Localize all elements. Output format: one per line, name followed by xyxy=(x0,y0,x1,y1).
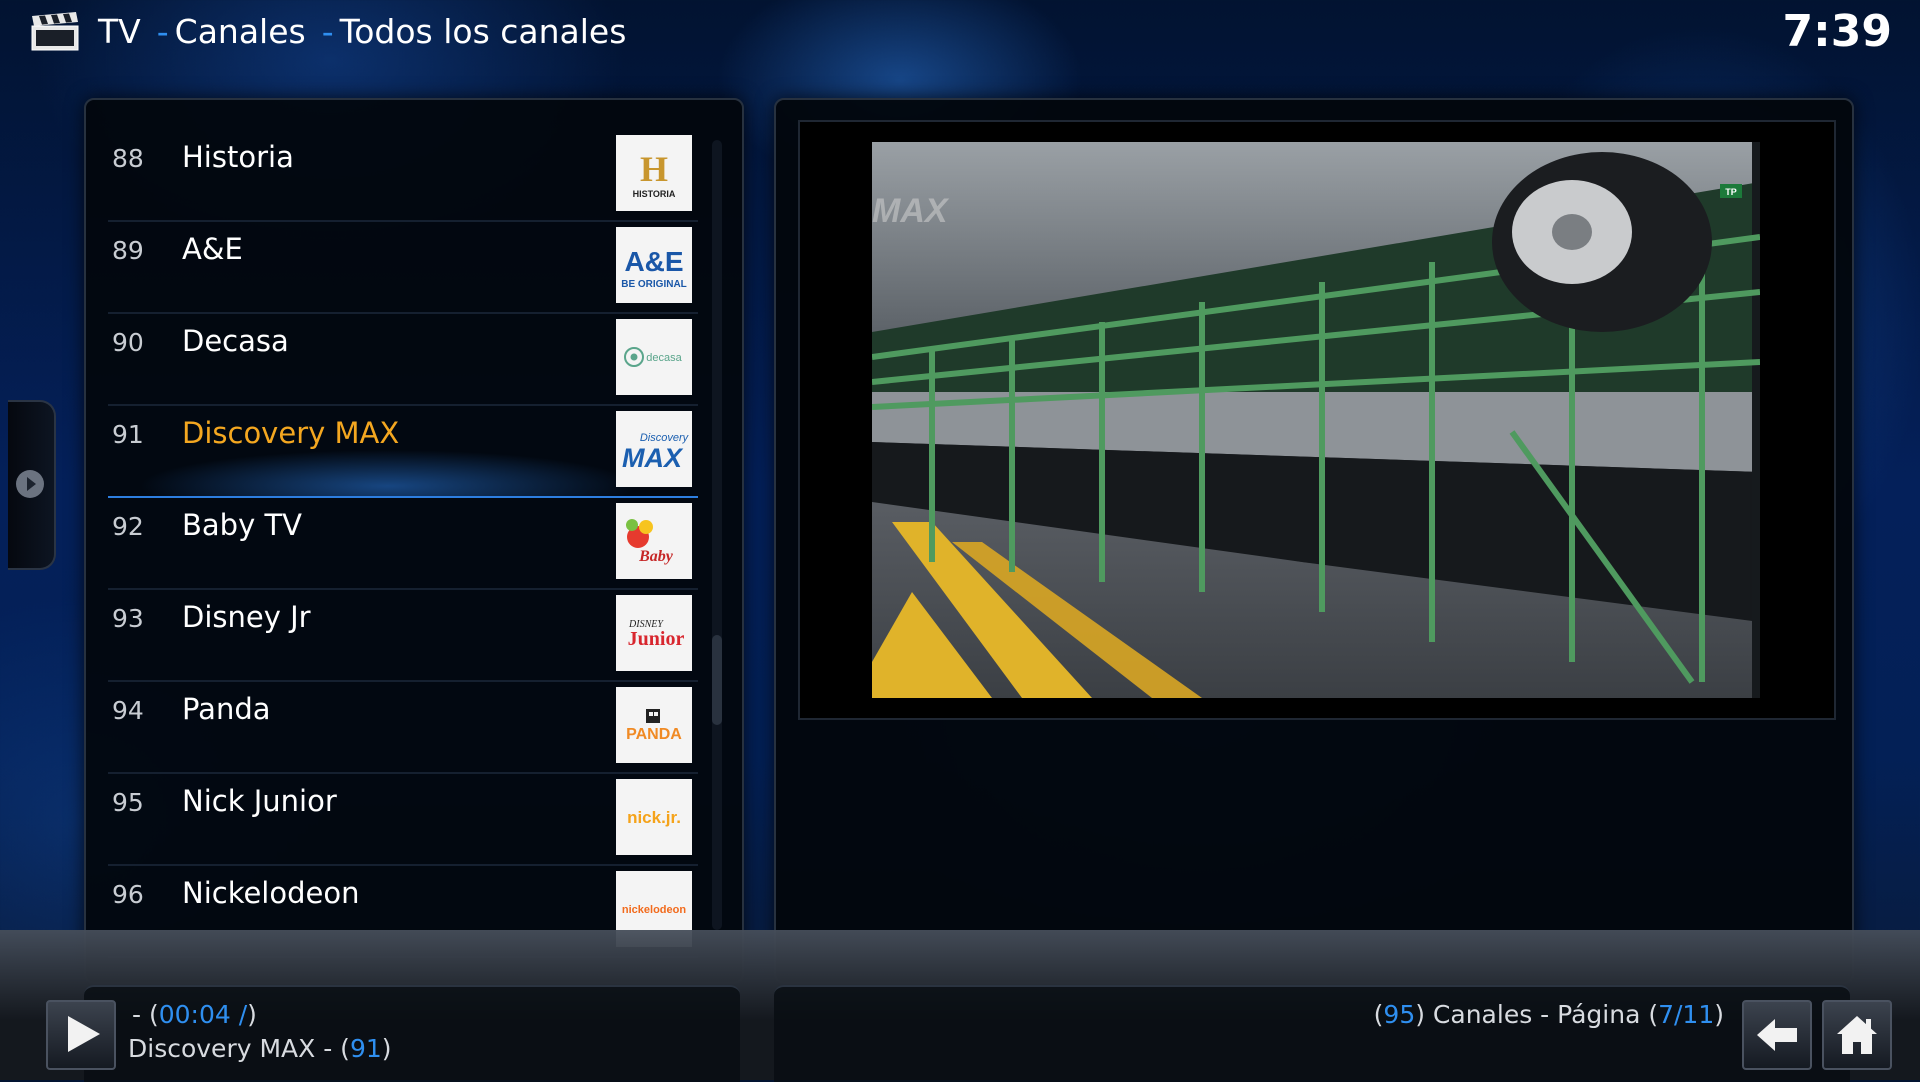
page-number: 7/11 xyxy=(1658,1000,1715,1029)
nick-jr-logo: nick.jr. xyxy=(616,779,692,855)
baby-tv-logo: Baby xyxy=(616,503,692,579)
now-playing-time-prefix: - ( xyxy=(132,1000,159,1029)
baby-tv-logo-text: Baby xyxy=(638,548,674,565)
now-playing-time-suffix: ) xyxy=(247,1000,257,1029)
nickelodeon-logo-text: nickelodeon xyxy=(622,904,686,916)
ae-logo-text: A&E xyxy=(624,246,683,277)
video-corner-badge: TP xyxy=(1725,187,1737,197)
channel-number: 95 xyxy=(112,788,144,817)
discovery-max-logo: Discovery MAX xyxy=(616,411,692,487)
breadcrumb: TV - Canales - Todos los canales xyxy=(98,10,626,54)
elapsed-time: 00:04 / xyxy=(158,1000,248,1029)
nick-jr-logo-text: nick.jr. xyxy=(627,808,681,827)
channel-name: Nickelodeon xyxy=(182,876,360,910)
channel-name: A&E xyxy=(182,232,243,266)
header: TV - Canales - Todos los canales 7:39 xyxy=(0,0,1920,64)
channel-name: Disney Jr xyxy=(182,600,311,634)
breadcrumb-separator: - xyxy=(321,12,334,51)
decasa-logo: decasa xyxy=(616,319,692,395)
historia-logo-letter: H xyxy=(640,149,668,189)
channel-name: Decasa xyxy=(182,324,289,358)
video-watermark: MAX xyxy=(872,192,950,230)
home-button[interactable] xyxy=(1822,1000,1892,1070)
channel-number: 92 xyxy=(112,512,144,541)
now-playing-channel-number: 91 xyxy=(349,1034,382,1063)
channel-number: 96 xyxy=(112,880,144,909)
channel-number: 89 xyxy=(112,236,144,265)
channel-row[interactable]: 90 Decasa decasa xyxy=(108,314,698,406)
breadcrumb-canales: Canales xyxy=(174,12,306,51)
channel-name: Nick Junior xyxy=(182,784,337,818)
channel-list-panel: 88 Historia H HISTORIA 89 A&E A&E BE ORI… xyxy=(84,98,744,984)
channel-number: 93 xyxy=(112,604,144,633)
video-preview[interactable]: MAX TP xyxy=(872,142,1760,698)
junior-logo-text: Junior xyxy=(628,628,685,650)
page-info: (95) Canales - Página (7/11) xyxy=(1374,1000,1724,1029)
channel-row-selected[interactable]: 91 Discovery MAX Discovery MAX xyxy=(108,406,698,498)
page-info-close: ) xyxy=(1714,1000,1724,1029)
channel-name: Discovery MAX xyxy=(182,416,400,450)
now-playing-time: - (00:04 /) xyxy=(132,1000,257,1029)
decasa-logo-text: decasa xyxy=(646,352,682,364)
channel-list-scrollbar[interactable] xyxy=(712,140,722,930)
channel-row[interactable]: 93 Disney Jr DISNEY Junior xyxy=(108,590,698,682)
breadcrumb-tv: TV xyxy=(98,12,141,51)
channel-row[interactable]: 88 Historia H HISTORIA xyxy=(108,130,698,222)
channel-name: Panda xyxy=(182,692,271,726)
breadcrumb-separator: - xyxy=(156,12,169,51)
now-playing-title-suffix: ) xyxy=(381,1034,392,1063)
channel-row[interactable]: 89 A&E A&E BE ORIGINAL xyxy=(108,222,698,314)
ae-logo-tagline: BE ORIGINAL xyxy=(621,279,687,290)
ae-logo: A&E BE ORIGINAL xyxy=(616,227,692,303)
historia-logo: H HISTORIA xyxy=(616,135,692,211)
channel-number: 90 xyxy=(112,328,144,357)
panda-logo: PANDA xyxy=(616,687,692,763)
video-image: MAX TP xyxy=(872,142,1760,698)
channel-name: Baby TV xyxy=(182,508,303,542)
historia-logo-text: HISTORIA xyxy=(633,189,676,199)
clapperboard-icon xyxy=(31,12,79,51)
channel-list: 88 Historia H HISTORIA 89 A&E A&E BE ORI… xyxy=(108,130,698,958)
page-info-open: ( xyxy=(1373,1000,1384,1029)
channel-row[interactable]: 95 Nick Junior nick.jr. xyxy=(108,774,698,866)
chevron-right-icon xyxy=(16,470,44,498)
channel-number: 94 xyxy=(112,696,144,725)
disney-junior-logo: DISNEY Junior xyxy=(616,595,692,671)
max-logo-text: MAX xyxy=(622,443,684,473)
page-info-label: ) Canales - Página ( xyxy=(1415,1000,1659,1029)
channel-count: 95 xyxy=(1383,1000,1416,1029)
back-button[interactable] xyxy=(1742,1000,1812,1070)
now-playing-title-text: Discovery MAX - ( xyxy=(128,1034,350,1063)
video-frame: MAX TP xyxy=(798,120,1836,720)
back-arrow-icon xyxy=(1757,1019,1797,1051)
play-button[interactable] xyxy=(46,1000,116,1070)
home-icon xyxy=(1837,1016,1877,1054)
now-playing-title: Discovery MAX - (91) xyxy=(128,1034,392,1063)
side-menu-tab[interactable] xyxy=(8,400,56,570)
clock: 7:39 xyxy=(1782,6,1892,57)
channel-name: Historia xyxy=(182,140,294,174)
channel-number: 91 xyxy=(112,420,144,449)
panda-logo-text: PANDA xyxy=(626,726,682,743)
channel-row[interactable]: 92 Baby TV Baby xyxy=(108,498,698,590)
channel-number: 88 xyxy=(112,144,144,173)
breadcrumb-todos-los-canales: Todos los canales xyxy=(339,12,627,51)
preview-panel: MAX TP xyxy=(774,98,1854,984)
channel-row[interactable]: 94 Panda PANDA xyxy=(108,682,698,774)
scrollbar-thumb[interactable] xyxy=(712,635,722,725)
